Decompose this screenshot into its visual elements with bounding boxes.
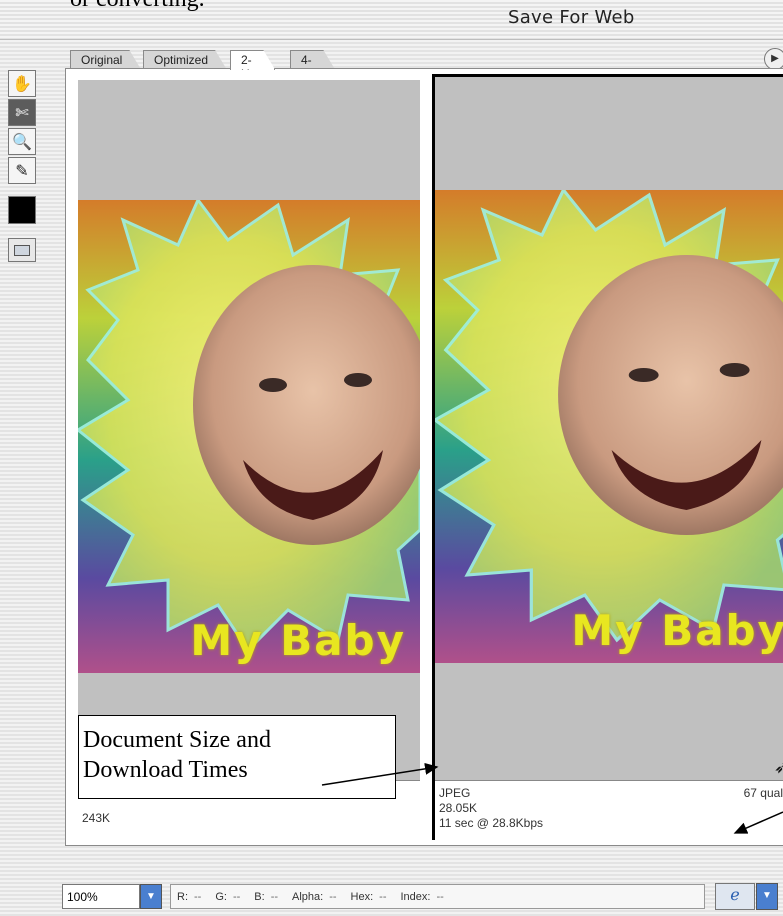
eyedropper-cursor-icon: ➶ xyxy=(773,757,783,777)
original-image: My Baby xyxy=(78,200,420,673)
eyedropper-icon: ✎ xyxy=(15,162,29,180)
image-caption-text-optimized: My Baby xyxy=(571,606,783,655)
browser-dropdown-button[interactable]: ▼ xyxy=(756,883,778,910)
status-bar: 100% ▼ R: -- G: -- B: -- Alpha: -- Hex: -- In… xyxy=(0,880,783,916)
image-caption-text: My Baby xyxy=(190,616,406,665)
callout-line-1: Document Size and xyxy=(83,727,271,753)
r-label: R: xyxy=(177,890,188,903)
slice-select-tool[interactable]: ✄ xyxy=(8,99,36,126)
b-label: B: xyxy=(254,890,265,903)
index-value: -- xyxy=(436,890,444,903)
document-text-fragment: or converting. xyxy=(70,0,205,13)
optimized-info-strip: JPEG 67 quality 28.05K 11 sec @ 28.8Kbps xyxy=(435,780,783,840)
slice-visibility-icon xyxy=(14,244,30,256)
g-label: G: xyxy=(215,890,227,903)
hand-tool[interactable]: ✋ xyxy=(8,70,36,97)
chevron-down-icon: ▼ xyxy=(762,890,772,901)
preview-in-browser-button[interactable]: ℯ xyxy=(715,883,755,910)
r-value: -- xyxy=(194,890,202,903)
optimized-quality: 67 quality xyxy=(743,786,783,800)
magnifier-icon: 🔍 xyxy=(12,133,32,151)
optimized-download-time: 11 sec @ 28.8Kbps xyxy=(439,816,544,830)
color-readout: R: -- G: -- B: -- Alpha: -- Hex: -- Index: -- xyxy=(170,884,705,909)
optimized-format: JPEG xyxy=(439,786,471,800)
optimize-menu-button[interactable]: ▶ xyxy=(764,48,783,70)
original-size: 243K xyxy=(82,811,111,825)
callout-line-2: Download Times xyxy=(83,757,248,783)
browser-icon: ℯ xyxy=(730,887,740,904)
toolbox: ✋ ✄ 🔍 ✎ xyxy=(8,70,38,262)
annotation-callout: Document Size and Download Times xyxy=(78,715,396,799)
b-value: -- xyxy=(270,890,279,903)
tab-2-up[interactable]: 2-Up xyxy=(230,50,275,70)
hex-label: Hex: xyxy=(350,890,374,903)
zoom-dropdown-button[interactable]: ▼ xyxy=(140,884,162,909)
baby-photo-graphic-optimized xyxy=(435,190,783,663)
optimized-image: My Baby xyxy=(435,190,783,663)
tab-4-up[interactable]: 4-Up xyxy=(290,50,335,70)
zoom-tool[interactable]: 🔍 xyxy=(8,128,36,155)
window-title: Save For Web xyxy=(508,7,635,28)
index-label: Index: xyxy=(400,890,431,903)
toggle-slices-visibility-button[interactable] xyxy=(8,238,36,262)
hex-value: -- xyxy=(379,890,387,903)
tab-original[interactable]: Original xyxy=(70,50,141,70)
optimized-size: 28.05K xyxy=(439,801,478,815)
baby-photo-graphic xyxy=(78,200,420,673)
optimized-preview-pane[interactable]: My Baby ➶ JPEG 67 quality 28.05K 11 sec … xyxy=(432,74,783,840)
slice-select-icon: ✄ xyxy=(15,104,29,122)
alpha-label: Alpha: xyxy=(292,890,324,903)
hand-icon: ✋ xyxy=(12,75,32,93)
tab-optimized[interactable]: Optimized xyxy=(143,50,227,70)
zoom-level-field[interactable]: 100% xyxy=(62,884,140,909)
eyedropper-tool[interactable]: ✎ xyxy=(8,157,36,184)
alpha-value: -- xyxy=(329,890,337,903)
g-value: -- xyxy=(232,890,241,903)
eyedropper-color-swatch[interactable] xyxy=(8,196,36,224)
chevron-down-icon: ▼ xyxy=(146,891,156,902)
